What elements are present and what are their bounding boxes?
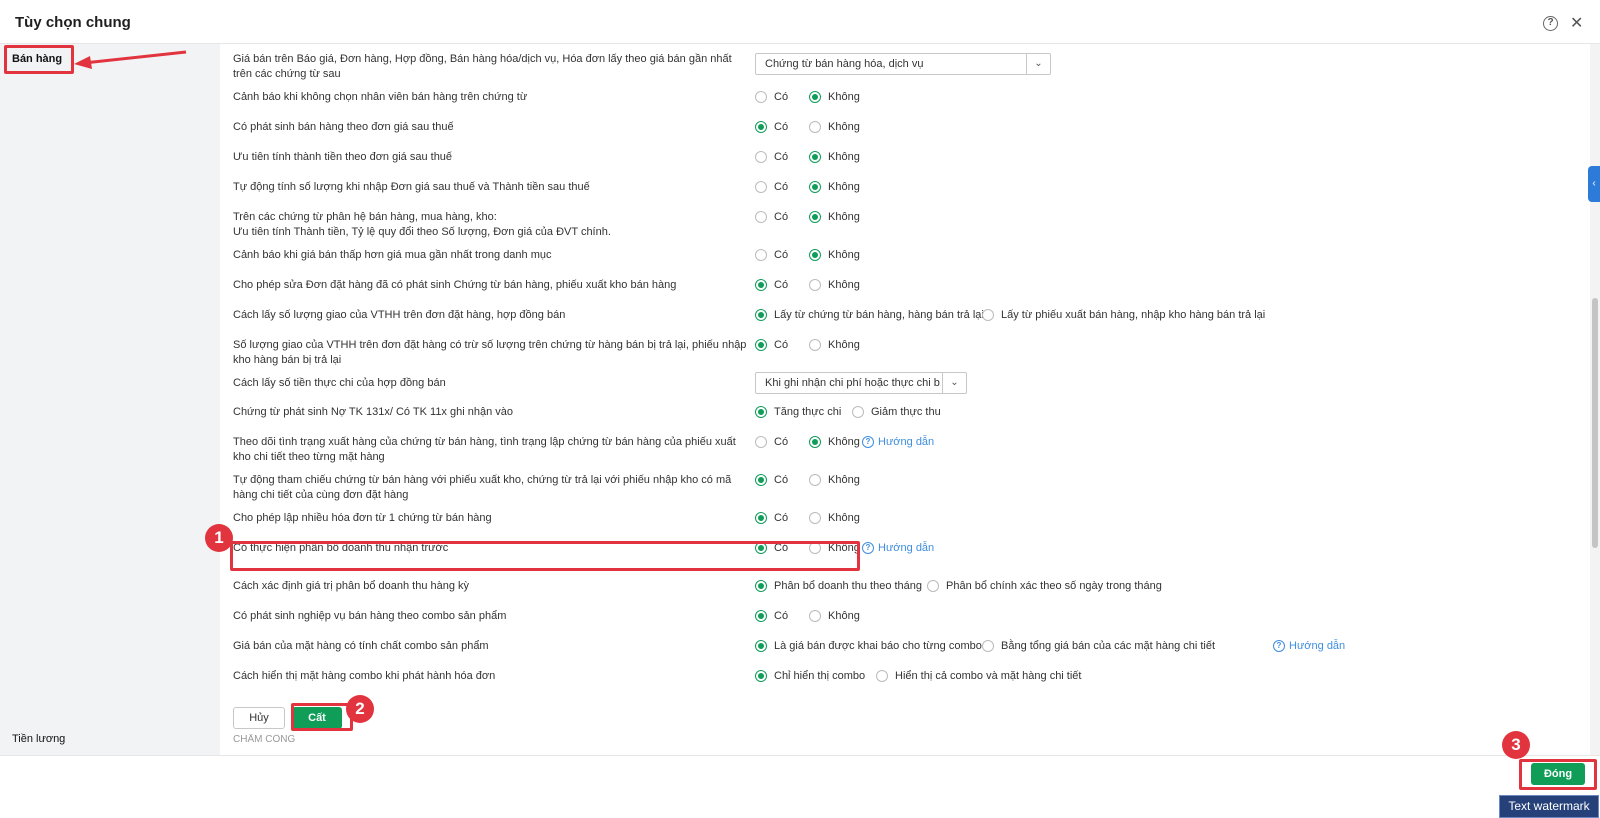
setting-label: Cảnh báo khi không chọn nhân viên bán hà… <box>233 91 528 103</box>
setting-label-line: Ưu tiên tính Thành tiền, Tỷ lệ quy đổi t… <box>233 226 611 238</box>
help-icon[interactable]: ? <box>1543 16 1558 31</box>
scroll-thumb[interactable] <box>1592 298 1598 548</box>
sidebar: Bán hàng Tiền lương <box>0 44 220 755</box>
section-header-cham-cong: CHẤM CÔNG <box>233 734 296 745</box>
close-button[interactable]: Đóng <box>1531 763 1585 785</box>
setting-label: Ưu tiên tính thành tiền theo đơn giá sau… <box>233 151 453 163</box>
collapse-panel-icon[interactable]: ‹ <box>1588 166 1600 202</box>
setting-label: Chứng từ phát sinh Nợ TK 131x/ Có TK 11x… <box>233 406 513 418</box>
setting-label: Có phát sinh nghiệp vụ bán hàng theo com… <box>233 610 507 622</box>
help-icon: ? <box>862 542 874 554</box>
setting-label: Cách hiển thị mặt hàng combo khi phát hà… <box>233 670 496 682</box>
step-badge: 2 <box>346 695 374 723</box>
setting-label: Số lượng giao của VTHH trên đơn đặt hàng… <box>233 339 747 366</box>
help-icon: ? <box>862 436 874 448</box>
close-icon[interactable]: ✕ <box>1570 13 1583 33</box>
setting-label: Có phát sinh bán hàng theo đơn giá sau t… <box>233 121 454 133</box>
step-badge: 3 <box>1502 731 1530 759</box>
setting-label: Theo dõi tình trạng xuất hàng của chứng … <box>233 436 736 463</box>
actual-payment-select[interactable]: Khi ghi nhận chi phí hoặc thực chi b... … <box>755 372 967 394</box>
watermark-label: Text watermark <box>1499 795 1599 818</box>
cancel-button[interactable]: Hủy <box>233 707 285 729</box>
dialog-title: Tùy chọn chung <box>15 14 131 31</box>
chevron-down-icon[interactable]: ⌄ <box>942 373 966 393</box>
setting-label: Giá bán trên Báo giá, Đơn hàng, Hợp đồng… <box>233 53 732 80</box>
select-value: Khi ghi nhận chi phí hoặc thực chi b... <box>765 377 941 389</box>
scrollbar[interactable] <box>1590 44 1600 755</box>
price-source-select[interactable]: Chứng từ bán hàng hóa, dịch vụ ⌄ <box>755 53 1051 75</box>
annotation-arrow <box>74 50 187 69</box>
setting-label: Cảnh báo khi giá bán thấp hơn giá mua gầ… <box>233 249 552 261</box>
dialog-titlebar: Tùy chọn chung ? ✕ <box>0 0 1600 44</box>
setting-label: Tự động tham chiếu chứng từ bán hàng với… <box>233 474 732 501</box>
select-value: Chứng từ bán hàng hóa, dịch vụ <box>765 58 924 70</box>
sidebar-item-ban-hang[interactable]: Bán hàng <box>12 53 62 65</box>
setting-label: Cho phép sửa Đơn đặt hàng đã có phát sin… <box>233 279 677 291</box>
setting-label: Trên các chứng từ phân hệ bán hàng, mua … <box>233 210 753 240</box>
chevron-down-icon[interactable]: ⌄ <box>1026 54 1050 74</box>
save-button[interactable]: Cất <box>292 707 342 729</box>
setting-label: Cách lấy số lượng giao của VTHH trên đơn… <box>233 309 566 321</box>
settings-panel: Giá bán trên Báo giá, Đơn hàng, Hợp đồng… <box>220 44 1590 755</box>
setting-label: Cho phép lập nhiều hóa đơn từ 1 chứng từ… <box>233 512 492 524</box>
dialog-footer <box>0 755 1600 794</box>
setting-label: Có thực hiện phân bổ doanh thu nhận trướ… <box>233 542 449 554</box>
setting-label: Giá bán của mặt hàng có tính chất combo … <box>233 640 489 652</box>
step-badge: 1 <box>205 524 233 552</box>
setting-label: Cách lấy số tiền thực chi của hợp đồng b… <box>233 377 446 389</box>
sidebar-item-tien-luong[interactable]: Tiền lương <box>12 733 65 755</box>
setting-label: Tự động tính số lượng khi nhập Đơn giá s… <box>233 181 590 193</box>
help-icon: ? <box>1273 640 1285 652</box>
setting-label-line: Trên các chứng từ phân hệ bán hàng, mua … <box>233 211 497 223</box>
setting-label: Cách xác định giá trị phân bổ doanh thu … <box>233 580 470 592</box>
